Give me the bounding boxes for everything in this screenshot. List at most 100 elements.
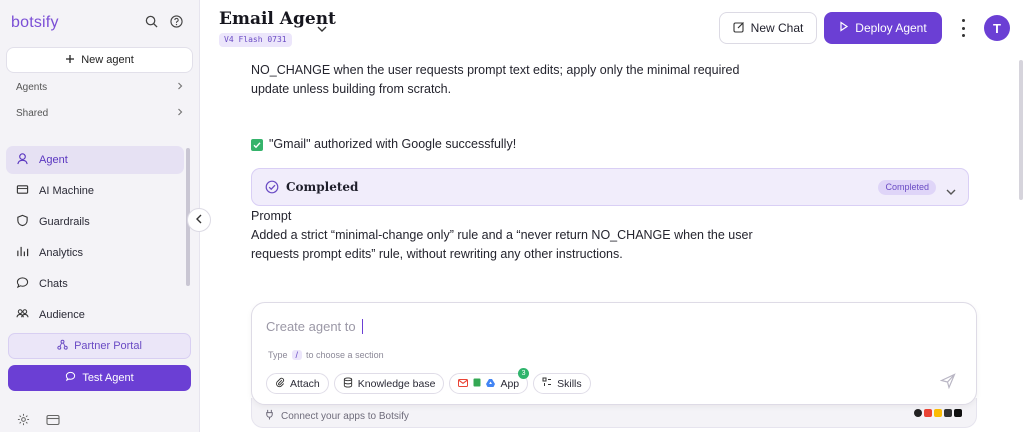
send-icon xyxy=(939,372,956,394)
deploy-agent-label: Deploy Agent xyxy=(855,21,927,35)
sidebar-nav: Agent AI Machine Guardrails Analytics Ch… xyxy=(6,146,184,332)
hint-text: Type xyxy=(268,350,288,360)
network-icon xyxy=(57,339,68,353)
brand-logo[interactable]: botsify xyxy=(11,14,59,32)
attach-button[interactable]: Attach xyxy=(266,373,329,394)
new-agent-label: New agent xyxy=(81,54,134,66)
help-icon[interactable] xyxy=(170,15,183,28)
result-message: Prompt Added a strict “minimal-change on… xyxy=(251,207,753,264)
test-agent-label: Test Agent xyxy=(82,372,134,384)
sidebar-section-shared[interactable]: Shared xyxy=(16,108,184,119)
app-logo-icon xyxy=(914,409,922,417)
gmail-icon xyxy=(924,409,932,417)
drive-icon xyxy=(486,378,496,390)
knowledge-base-label: Knowledge base xyxy=(357,377,436,390)
completed-step-card[interactable]: Completed Completed xyxy=(251,168,969,206)
skills-label: Skills xyxy=(557,377,582,390)
knowledge-base-button[interactable]: Knowledge base xyxy=(333,373,445,394)
shield-icon xyxy=(16,214,29,230)
sidebar-item-label: Audience xyxy=(39,309,85,321)
chevron-down-icon[interactable] xyxy=(317,20,327,38)
composer-toolbar: Attach Knowledge base App 3 Skills xyxy=(266,368,591,394)
sidebar-section-agents[interactable]: Agents xyxy=(16,82,184,93)
send-button[interactable] xyxy=(934,369,962,397)
partner-portal-button[interactable]: Partner Portal xyxy=(8,333,191,359)
collapse-sidebar-button[interactable] xyxy=(187,208,211,232)
message-line: Added a strict “minimal-change only” rul… xyxy=(251,228,753,242)
chevron-right-icon xyxy=(176,82,184,93)
drive-icon xyxy=(934,409,942,417)
more-options-icon[interactable] xyxy=(957,17,969,39)
chevron-down-icon[interactable] xyxy=(946,183,956,201)
sheets-icon xyxy=(473,378,481,390)
sidebar-item-label: Analytics xyxy=(39,247,84,259)
gmail-icon xyxy=(458,378,469,390)
slash-key: / xyxy=(291,350,303,360)
sidebar-item-label: AI Machine xyxy=(39,185,95,197)
sidebar-item-analytics[interactable]: Analytics xyxy=(6,239,184,267)
check-circle-icon xyxy=(265,180,279,199)
result-heading: Prompt xyxy=(251,209,292,223)
skills-icon xyxy=(542,377,552,390)
sidebar-item-agent[interactable]: Agent xyxy=(6,146,184,174)
paperclip-icon xyxy=(275,377,285,391)
sidebar-item-label: Agent xyxy=(39,154,68,166)
sidebar-item-label: Guardrails xyxy=(39,216,90,228)
message-line: update unless building from scratch. xyxy=(251,82,452,96)
section-label: Agents xyxy=(16,82,48,93)
test-agent-button[interactable]: Test Agent xyxy=(8,365,191,391)
chat-bubble-icon xyxy=(65,371,76,385)
partner-portal-label: Partner Portal xyxy=(74,340,142,352)
status-badge: Completed xyxy=(878,180,936,195)
attach-label: Attach xyxy=(290,377,320,390)
sidebar-item-guardrails[interactable]: Guardrails xyxy=(6,208,184,236)
model-badge[interactable]: V4 Flash 0731 xyxy=(219,33,292,47)
hint-text: to choose a section xyxy=(306,350,384,360)
play-icon xyxy=(839,21,849,35)
message-composer[interactable]: Create agent to Type / to choose a secti… xyxy=(251,302,977,405)
audience-icon xyxy=(16,307,29,323)
composer-input[interactable]: Create agent to xyxy=(266,319,364,334)
content-scrollbar[interactable] xyxy=(1019,60,1023,200)
sidebar-item-ai-machine[interactable]: AI Machine xyxy=(6,177,184,205)
app-label: App xyxy=(500,377,520,390)
new-chat-button[interactable]: New Chat xyxy=(719,12,817,44)
machine-icon xyxy=(16,183,29,199)
agent-icon xyxy=(16,152,29,168)
section-label: Shared xyxy=(16,108,49,119)
sidebar-footer xyxy=(17,413,60,426)
sidebar-item-label: Chats xyxy=(39,278,68,290)
connect-apps: Connect your apps to Botsify xyxy=(264,409,409,423)
search-icon[interactable] xyxy=(145,15,158,28)
new-agent-button[interactable]: New agent xyxy=(6,47,193,73)
app-logo-icon xyxy=(944,409,952,417)
auth-status-message: "Gmail" authorized with Google successfu… xyxy=(251,135,516,154)
billing-card-icon[interactable] xyxy=(46,413,60,426)
new-chat-label: New Chat xyxy=(750,21,804,35)
section-hint: Type / to choose a section xyxy=(268,350,384,360)
text-caret xyxy=(361,319,364,334)
sidebar: botsify New agent Agents Shared Agent AI… xyxy=(0,0,200,432)
message-line: NO_CHANGE when the user requests prompt … xyxy=(251,63,740,77)
checkmark-icon xyxy=(251,139,263,151)
user-avatar[interactable]: T xyxy=(984,15,1010,41)
skills-button[interactable]: Skills xyxy=(533,373,591,394)
notion-icon xyxy=(954,409,962,417)
sidebar-tools xyxy=(145,15,183,28)
settings-icon[interactable] xyxy=(17,413,30,426)
app-button[interactable]: App 3 xyxy=(449,368,530,394)
message-line: requests prompt edits” rule, without rew… xyxy=(251,247,623,261)
top-header: Email Agent V4 Flash 0731 New Chat Deplo… xyxy=(200,0,1024,58)
app-count-badge: 3 xyxy=(518,368,530,379)
connect-apps-label: Connect your apps to Botsify xyxy=(281,410,409,422)
auth-status-text: "Gmail" authorized with Google successfu… xyxy=(269,137,517,151)
database-icon xyxy=(343,376,353,391)
analytics-icon xyxy=(16,245,29,261)
assistant-message-text: NO_CHANGE when the user requests prompt … xyxy=(251,61,739,99)
chat-icon xyxy=(16,276,29,292)
deploy-agent-button[interactable]: Deploy Agent xyxy=(824,12,942,44)
chevron-left-icon xyxy=(195,211,203,229)
plus-icon xyxy=(65,54,75,67)
sidebar-item-chats[interactable]: Chats xyxy=(6,270,184,298)
sidebar-item-audience[interactable]: Audience xyxy=(6,301,184,329)
